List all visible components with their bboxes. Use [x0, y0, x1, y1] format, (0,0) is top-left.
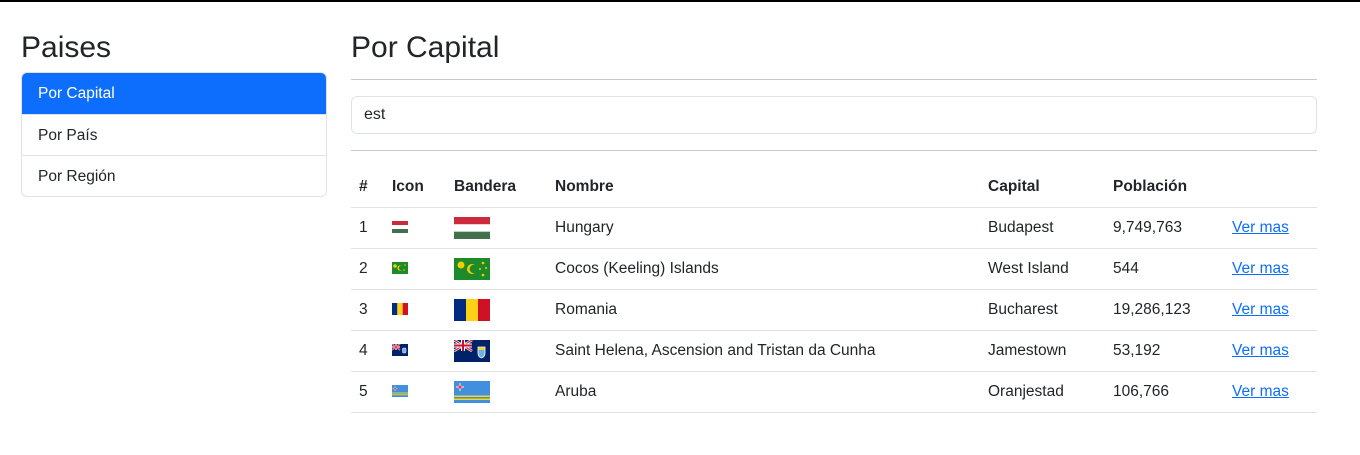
divider: [351, 150, 1317, 151]
row-number: 5: [351, 370, 384, 413]
country-capital: Budapest: [980, 206, 1105, 248]
saint-helena-flag-image: [454, 339, 490, 362]
country-population: 19,286,123: [1105, 288, 1224, 330]
sidebar-item-por-capital[interactable]: Por Capital: [22, 73, 326, 114]
column-header-actions: [1224, 167, 1317, 207]
column-header-capital: Capital: [988, 177, 1040, 195]
row-number: 4: [351, 329, 384, 371]
cocos-islands-flag-image: [454, 257, 490, 280]
sidebar-item-por-region[interactable]: Por Región: [22, 155, 326, 196]
sidebar: Paises Por Capital Por País Por Región: [21, 30, 327, 197]
romania-flag-icon: [392, 303, 408, 316]
country-capital: Jamestown: [980, 329, 1105, 371]
flag-emoji-cell: [384, 247, 446, 289]
row-number: 3: [351, 288, 384, 330]
flag-emoji-cell: [384, 370, 446, 413]
page-title: Por Capital: [351, 31, 500, 64]
table-row: 2 Cocos (Keeling) Islands West Island 54…: [351, 247, 1317, 289]
table-row: 1 Hungary Budapest 9,749,763 Ver mas: [351, 206, 1317, 248]
country-capital: Oranjestad: [980, 370, 1105, 413]
flag-image-cell: [446, 370, 547, 413]
ver-mas-link[interactable]: Ver mas: [1232, 342, 1289, 359]
hungary-flag-icon: [392, 221, 408, 234]
flag-emoji-cell: [384, 288, 446, 330]
flag-image-cell: [446, 329, 547, 371]
sidebar-title: Paises: [21, 31, 112, 64]
flag-emoji-cell: [384, 206, 446, 248]
ver-mas-link[interactable]: Ver mas: [1232, 260, 1289, 277]
ver-mas-link[interactable]: Ver mas: [1232, 383, 1289, 400]
row-number: 1: [351, 206, 384, 248]
sidebar-nav: Por Capital Por País Por Región: [21, 72, 327, 197]
saint-helena-flag-icon: [392, 344, 408, 357]
column-header-population: Población: [1113, 177, 1188, 195]
divider: [351, 79, 1317, 80]
cocos-islands-flag-icon: [392, 262, 408, 275]
row-number: 2: [351, 247, 384, 289]
window-top-border: [0, 0, 1360, 2]
search-input[interactable]: [351, 96, 1317, 134]
country-name: Cocos (Keeling) Islands: [547, 247, 980, 289]
country-capital: Bucharest: [980, 288, 1105, 330]
country-name: Hungary: [547, 206, 980, 248]
column-header-flag: Bandera: [454, 177, 517, 195]
ver-mas-link[interactable]: Ver mas: [1232, 301, 1289, 318]
main-content: Por Capital # Icon Bandera Nombre Capita…: [351, 30, 1317, 413]
flag-emoji-cell: [384, 329, 446, 371]
table-row: 3 Romania Bucharest 19,286,123 Ver mas: [351, 288, 1317, 330]
ver-mas-link[interactable]: Ver mas: [1232, 219, 1289, 236]
flag-image-cell: [446, 206, 547, 248]
country-population: 544: [1105, 247, 1224, 289]
sidebar-item-por-pais[interactable]: Por País: [22, 114, 326, 155]
table-header-row: # Icon Bandera Nombre Capital Población: [351, 167, 1317, 207]
hungary-flag-image: [454, 216, 490, 239]
table-row: 4 Saint Helena, Ascension and Tristan da…: [351, 329, 1317, 371]
country-name: Romania: [547, 288, 980, 330]
flag-image-cell: [446, 288, 547, 330]
aruba-flag-image: [454, 380, 490, 403]
romania-flag-image: [454, 298, 490, 321]
country-population: 106,766: [1105, 370, 1224, 413]
country-name: Aruba: [547, 370, 980, 413]
column-header-num: #: [359, 177, 368, 195]
table-row: 5 Aruba Oranjestad 106,766 Ver mas: [351, 370, 1317, 413]
aruba-flag-icon: [392, 385, 408, 398]
countries-table: # Icon Bandera Nombre Capital Población …: [351, 167, 1317, 413]
country-population: 9,749,763: [1105, 206, 1224, 248]
country-name: Saint Helena, Ascension and Tristan da C…: [547, 329, 980, 371]
country-population: 53,192: [1105, 329, 1224, 371]
column-header-icon: Icon: [392, 177, 424, 195]
column-header-name: Nombre: [555, 177, 614, 195]
flag-image-cell: [446, 247, 547, 289]
country-capital: West Island: [980, 247, 1105, 289]
